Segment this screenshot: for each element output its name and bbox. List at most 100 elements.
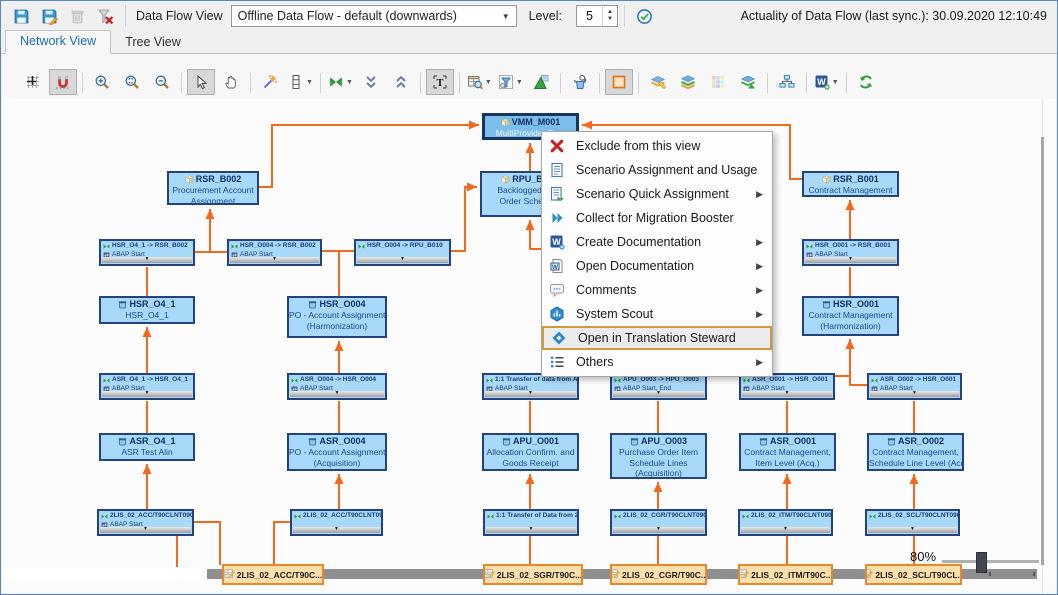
spinner-down-icon[interactable]: ▼ xyxy=(607,16,613,23)
tab-tree-view[interactable]: Tree View xyxy=(111,32,195,54)
system-scout-button[interactable] xyxy=(566,69,594,95)
node-asr_o001[interactable]: ASR_O001Contract Management,Item Level (… xyxy=(739,433,836,471)
filmstrip-button[interactable]: ▼ xyxy=(286,69,315,95)
spinner-up-icon[interactable]: ▲ xyxy=(607,9,613,16)
transformation-t16[interactable]: 2LIS_02_SCL/T90CLNT090 ->...▼ xyxy=(865,509,960,536)
transformation-button[interactable]: ▼ xyxy=(326,69,355,95)
transformation-t5[interactable]: ASR_O4_1 -> HSR_O4_1ABAP Start▼ xyxy=(99,373,195,400)
node-apu_o001[interactable]: APU_O001Allocation Confirm. andGoods Rec… xyxy=(482,433,579,471)
transformation-t14[interactable]: 2LIS_02_CGR/T90CLNT090 ->...▼ xyxy=(610,509,707,536)
layers-button[interactable] xyxy=(674,69,702,95)
text-mode-button[interactable]: T xyxy=(426,69,454,95)
chevron-down-icon[interactable]: ▼ xyxy=(832,79,839,86)
datasource-d1[interactable]: 2LIS_02_ACC/T90C... xyxy=(222,564,324,585)
zoom-in-button[interactable] xyxy=(88,69,116,95)
transformation-t1[interactable]: HSR_O4_1 -> RSR_B002ABAP Start▼ xyxy=(99,239,195,266)
chevron-down-icon[interactable]: ▼ xyxy=(485,79,492,86)
datasource-d3[interactable]: 2LIS_02_CGR/T90C... xyxy=(610,564,707,585)
node-apu_o003[interactable]: APU_O003Purchase Order ItemSchedule Line… xyxy=(610,433,707,479)
menu-item-collect-for-migration-booster[interactable]: Collect for Migration Booster xyxy=(542,206,772,230)
collapse-bar[interactable]: ▼ xyxy=(293,527,380,533)
menu-item-open-documentation[interactable]: WOpen Documentation▶ xyxy=(542,254,772,278)
collapse-bar[interactable]: ▼ xyxy=(486,527,576,533)
refresh-button[interactable] xyxy=(852,69,880,95)
zoom-slider-thumb[interactable] xyxy=(976,552,987,573)
datasource-d2[interactable]: 2LIS_02_SGR/T90C... xyxy=(483,564,583,585)
collapse-bar[interactable]: ▼ xyxy=(613,527,704,533)
save-button[interactable] xyxy=(9,4,33,28)
level-spinner[interactable]: 5 ▲▼ xyxy=(576,5,618,27)
node-hsr_o001[interactable]: HSR_O001Contract Management(Harmonizatio… xyxy=(802,296,899,336)
node-asr_o4_1[interactable]: ASR_O4_1ASR Test Alin xyxy=(99,433,195,461)
menu-item-system-scout[interactable]: System Scout▶ xyxy=(542,302,772,326)
magic-wand-button[interactable] xyxy=(256,69,284,95)
zoom-slider-track[interactable] xyxy=(942,560,1039,563)
collapse-bar[interactable]: ▼ xyxy=(230,257,319,263)
grid-snap-button[interactable] xyxy=(19,69,47,95)
collapse-bar[interactable]: ▼ xyxy=(805,257,896,263)
transformation-t2[interactable]: HSR_O004 -> RSR_B002ABAP Start▼ xyxy=(227,239,322,266)
menu-item-create-documentation[interactable]: WCreate Documentation▶ xyxy=(542,230,772,254)
collapse-bar[interactable]: ▼ xyxy=(100,527,191,533)
node-hsr_o004[interactable]: HSR_O004PO - Account Assignment(Harmoniz… xyxy=(287,296,387,338)
transformation-t6[interactable]: ASR_O004 -> HSR_O004ABAP Start▼ xyxy=(287,373,387,400)
node-asr_o004[interactable]: ASR_O004PO - Account Assignment(Acquisit… xyxy=(287,433,387,471)
filter-button[interactable]: ▼ xyxy=(496,69,525,95)
transformation-t8[interactable]: APU_O003 -> HPU_O003ABAP Start, End▼ xyxy=(610,373,707,400)
data-flow-dropdown[interactable]: Offline Data Flow - default (downwards) … xyxy=(231,5,517,27)
collapse-bar[interactable]: ▼ xyxy=(613,391,704,397)
save-edit-button[interactable] xyxy=(37,4,61,28)
menu-item-others[interactable]: Others▶ xyxy=(542,350,772,374)
collapse-bar[interactable]: ▼ xyxy=(102,391,192,397)
orange-frame-button[interactable] xyxy=(605,69,633,95)
node-rsr_b002[interactable]: RSR_B002Procurement AccountAssignment xyxy=(167,171,259,205)
expand-down-button[interactable] xyxy=(357,69,385,95)
menu-item-exclude-from-this-view[interactable]: Exclude from this view xyxy=(542,134,772,158)
collapse-bar[interactable]: ▼ xyxy=(868,527,957,533)
zoom-fit-button[interactable] xyxy=(118,69,146,95)
layers-export-button[interactable] xyxy=(734,69,762,95)
collapse-bar[interactable]: ▼ xyxy=(485,391,576,397)
transformation-t9[interactable]: ASR_O001 -> HSR_O001ABAP Start▼ xyxy=(739,373,835,400)
vertical-scrollbar[interactable] xyxy=(1041,137,1044,565)
menu-item-comments[interactable]: Comments▶ xyxy=(542,278,772,302)
chevron-down-icon[interactable]: ▼ xyxy=(306,79,313,86)
collapse-bar[interactable]: ▼ xyxy=(741,527,830,533)
node-rsr_b001[interactable]: RSR_B001Contract Management xyxy=(802,171,899,197)
table-search-button[interactable]: ▼ xyxy=(465,69,494,95)
collapse-bar[interactable]: ▼ xyxy=(290,391,384,397)
org-tree-button[interactable] xyxy=(773,69,801,95)
node-hsr_o4_1[interactable]: HSR_O4_1HSR_O4_1 xyxy=(99,296,195,324)
menu-item-scenario-quick-assignment[interactable]: Scenario Quick Assignment▶ xyxy=(542,182,772,206)
transformation-t4[interactable]: HSR_O001 -> RSR_B001ABAP Start▼ xyxy=(802,239,899,266)
chevron-down-icon[interactable]: ▼ xyxy=(346,79,353,86)
delete-x-button[interactable] xyxy=(93,4,117,28)
chevron-down-icon[interactable]: ▼ xyxy=(516,79,523,86)
collapse-bar[interactable]: ▼ xyxy=(870,391,959,397)
collapse-bar[interactable]: ▼ xyxy=(357,257,448,263)
word-export-button[interactable]: W▼ xyxy=(812,69,841,95)
collapse-bar[interactable]: ▼ xyxy=(102,257,192,263)
magnet-button[interactable] xyxy=(49,69,77,95)
transformation-t3[interactable]: HSR_O004 -> RPU_B010▼ xyxy=(354,239,451,266)
datasource-d4[interactable]: 2LIS_02_ITM/T90C... xyxy=(738,564,833,585)
zoom-out-button[interactable] xyxy=(148,69,176,95)
menu-item-scenario-assignment-and-usage[interactable]: Scenario Assignment and Usage xyxy=(542,158,772,182)
transformation-t10[interactable]: ASR_O002 -> HSR_O001ABAP Start▼ xyxy=(867,373,962,400)
tab-network-view[interactable]: Network View xyxy=(5,30,111,54)
menu-item-open-in-translation-steward[interactable]: Open in Translation Steward xyxy=(542,326,772,350)
transformation-t7[interactable]: 1:1 Transfer of data from APU...ABAP Sta… xyxy=(482,373,579,400)
pan-hand-button[interactable] xyxy=(217,69,245,95)
transformation-t11[interactable]: 2LIS_02_ACC/T90CLNT090 ->...ABAP Start▼ xyxy=(97,509,194,536)
collapse-up-button[interactable] xyxy=(387,69,415,95)
transformation-t12[interactable]: 2LIS_02_ACC/T90CLNT090 ->...▼ xyxy=(290,509,383,536)
cursor-button[interactable] xyxy=(187,69,215,95)
collapse-bar[interactable]: ▼ xyxy=(742,391,832,397)
transformation-t13[interactable]: 1:1 Transfer of Data from 2LIS...▼ xyxy=(483,509,579,536)
node-asr_o002[interactable]: ASR_O002Contract Management,Schedule Lin… xyxy=(867,433,964,471)
transformation-t15[interactable]: 2LIS_02_ITM/T90CLNT090 ->...▼ xyxy=(738,509,833,536)
spinner-arrows[interactable]: ▲▼ xyxy=(602,6,617,26)
vertical-scrollbar-track[interactable] xyxy=(1042,99,1056,593)
actuality-clock-icon[interactable] xyxy=(633,4,657,28)
layers-edit-button[interactable] xyxy=(644,69,672,95)
